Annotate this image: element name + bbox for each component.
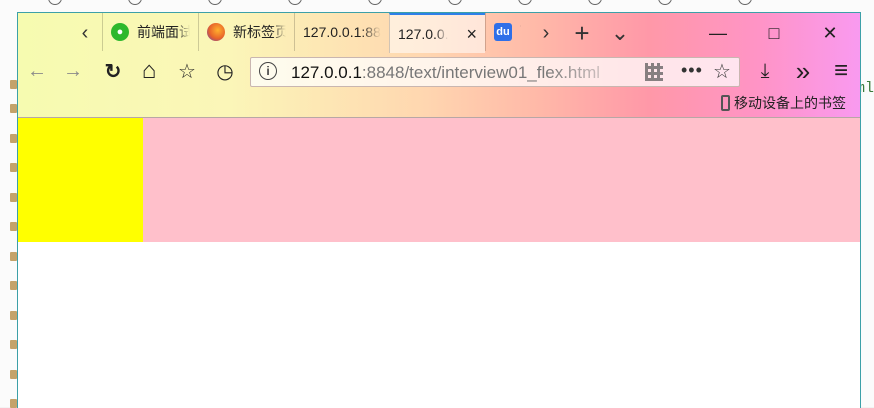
minimize-icon: — xyxy=(709,22,727,43)
tab-new-tab[interactable]: 新标签页 xyxy=(198,13,294,51)
forward-button[interactable]: → xyxy=(58,55,88,87)
url-bar[interactable]: i 127.0.0.1:8848/text/interview01_flex.h… xyxy=(250,57,740,87)
downloads-button[interactable]: ⤓ xyxy=(750,55,780,87)
firefox-icon xyxy=(207,23,225,41)
background-top-marks xyxy=(18,0,874,12)
background-editor-gutter xyxy=(0,0,18,408)
tab-scroll-right-button[interactable]: › xyxy=(529,13,563,53)
tab-label: 百度 xyxy=(520,22,521,42)
minimize-button[interactable]: — xyxy=(690,13,746,53)
library-button[interactable]: ☆ xyxy=(172,55,202,87)
home-icon: ⌂ xyxy=(141,57,157,84)
tab-localhost[interactable]: 127.0.0.1:8848 xyxy=(294,13,389,51)
qr-code-icon[interactable] xyxy=(645,63,663,81)
bookmarks-toolbar: 移动设备上的书签 xyxy=(18,89,860,117)
mobile-bookmarks-folder[interactable]: 移动设备上的书签 xyxy=(721,93,846,113)
info-icon[interactable]: i xyxy=(259,62,277,80)
arrow-right-icon: → xyxy=(63,59,83,82)
flex-item xyxy=(18,118,143,242)
close-icon: ✕ xyxy=(822,22,838,43)
overflow-menu-button[interactable]: » xyxy=(788,55,818,87)
tab-label: 前端面试 xyxy=(137,24,190,40)
tab-label: 127.0.0.1 xyxy=(398,26,448,42)
new-tab-button[interactable]: + xyxy=(565,13,599,53)
app-menu-button[interactable]: ≡ xyxy=(826,55,856,87)
url-input[interactable]: 127.0.0.1:8848/text/interview01_flex.htm… xyxy=(291,63,631,83)
reload-button[interactable]: ↻ xyxy=(98,55,128,87)
tab-wechat[interactable]: ● 前端面试 xyxy=(102,13,198,51)
history-button[interactable]: ◷ xyxy=(210,55,240,87)
flex-container xyxy=(18,118,860,242)
reload-icon: ↻ xyxy=(104,60,122,83)
back-button[interactable]: ← xyxy=(22,55,52,87)
bookmark-star-icon[interactable]: ☆ xyxy=(713,59,731,84)
tab-label: 127.0.0.1:8848 xyxy=(303,24,381,40)
library-star-icon: ☆ xyxy=(178,60,196,83)
close-window-button[interactable]: ✕ xyxy=(802,13,858,53)
baidu-paw-icon: du xyxy=(494,23,512,41)
chevron-left-icon: ‹ xyxy=(81,21,89,44)
double-chevron-right-icon: » xyxy=(795,55,811,86)
arrow-left-icon: ← xyxy=(27,59,47,82)
close-tab-icon[interactable]: × xyxy=(466,24,477,45)
maximize-button[interactable]: □ xyxy=(746,13,802,53)
mobile-phone-icon xyxy=(721,95,730,111)
wechat-icon: ● xyxy=(111,23,129,41)
url-path: :8848/text/interview01_flex.html xyxy=(361,63,601,82)
home-button[interactable]: ⌂ xyxy=(134,55,164,87)
maximize-icon: □ xyxy=(768,22,780,43)
url-host: 127.0.0.1 xyxy=(291,63,362,82)
clock-icon: ◷ xyxy=(216,60,234,83)
tab-localhost-active[interactable]: 127.0.0.1 × xyxy=(389,13,485,53)
hamburger-menu-icon: ≡ xyxy=(833,57,848,84)
chevron-down-icon: ⌄ xyxy=(610,20,630,45)
list-all-tabs-button[interactable]: ⌄ xyxy=(603,13,637,53)
nav-toolbar: ← → ↻ ⌂ ☆ ◷ i 127.0.0.1:8848/text/interv… xyxy=(18,53,860,89)
plus-icon: + xyxy=(574,17,590,48)
page-actions-more-icon[interactable]: ••• xyxy=(681,60,703,81)
tab-strip: ‹ ● 前端面试 新标签页 127.0.0.1:8848 127.0.0.1 ×… xyxy=(18,13,860,53)
browser-window: ‹ ● 前端面试 新标签页 127.0.0.1:8848 127.0.0.1 ×… xyxy=(17,12,861,408)
chevron-right-icon: › xyxy=(542,21,550,44)
tab-scroll-left-button[interactable]: ‹ xyxy=(68,13,102,53)
download-icon: ⤓ xyxy=(760,59,770,82)
tab-baidu[interactable]: du 百度 xyxy=(485,13,529,51)
page-content xyxy=(18,118,860,408)
browser-chrome: ‹ ● 前端面试 新标签页 127.0.0.1:8848 127.0.0.1 ×… xyxy=(18,13,860,118)
mobile-bookmarks-label: 移动设备上的书签 xyxy=(734,95,846,111)
tab-label: 新标签页 xyxy=(233,24,286,40)
